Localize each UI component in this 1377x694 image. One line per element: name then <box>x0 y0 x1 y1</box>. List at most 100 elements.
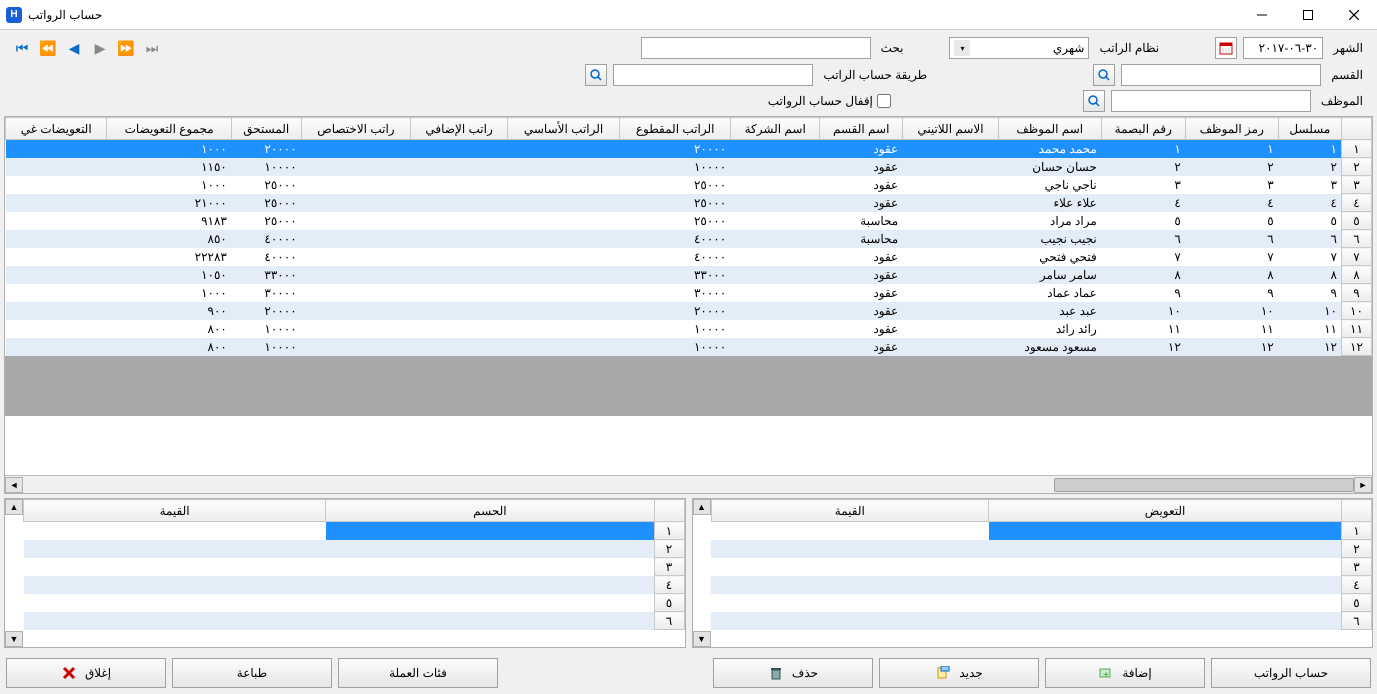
cell-fixed[interactable]: ٢٠٠٠٠ <box>620 302 731 320</box>
print-button[interactable]: طباعة <box>172 658 332 688</box>
cell-name[interactable]: عبد عبد <box>998 302 1101 320</box>
calendar-button[interactable] <box>1215 37 1237 59</box>
currencies-button[interactable]: فئات العملة <box>338 658 498 688</box>
cell-comp[interactable]: ١٠٠٠ <box>107 140 231 158</box>
col-header[interactable]: راتب الاختصاص <box>301 118 411 140</box>
cell-compx[interactable] <box>6 320 107 338</box>
cell-compx[interactable] <box>6 140 107 158</box>
cell-company[interactable] <box>731 248 820 266</box>
cell-n[interactable]: ٨ <box>1278 266 1341 284</box>
sub-row[interactable]: ١ <box>24 522 685 540</box>
cell-name[interactable]: نجيب نجيب <box>998 230 1101 248</box>
cell-n[interactable]: ٧ <box>1278 248 1341 266</box>
employee-lookup-button[interactable] <box>1083 90 1105 112</box>
cell-fp[interactable]: ١٢ <box>1101 338 1185 356</box>
cell-latin[interactable] <box>903 248 998 266</box>
cell-fp[interactable]: ٣ <box>1101 176 1185 194</box>
cell-fixed[interactable]: ٢٥٠٠٠ <box>620 212 731 230</box>
cell-n[interactable]: ٩ <box>1278 284 1341 302</box>
cell-comp[interactable]: ١١٥٠ <box>107 158 231 176</box>
month-input[interactable] <box>1243 37 1323 59</box>
cell-n[interactable]: ٦ <box>1278 230 1341 248</box>
cell-n[interactable]: ١ <box>1278 140 1341 158</box>
table-row[interactable]: ٤٤٤٤علاء علاءعقود٢٥٠٠٠٢٥٠٠٠٢١٠٠٠ <box>6 194 1372 212</box>
cell-spec[interactable] <box>301 338 411 356</box>
cell-latin[interactable] <box>903 320 998 338</box>
sub-row[interactable]: ٦ <box>711 612 1372 630</box>
col-header[interactable]: الاسم اللاتيني <box>903 118 998 140</box>
cell-basic[interactable] <box>508 230 620 248</box>
cell-due[interactable]: ٢٠٠٠٠ <box>231 302 301 320</box>
cell-latin[interactable] <box>903 140 998 158</box>
horizontal-scrollbar[interactable]: ◄ ► <box>5 475 1372 493</box>
cell-n[interactable]: ٣ <box>1278 176 1341 194</box>
cell-due[interactable]: ٣٣٠٠٠ <box>231 266 301 284</box>
table-row[interactable]: ٩٩٩٩عماد عمادعقود٣٠٠٠٠٣٠٠٠٠١٠٠٠ <box>6 284 1372 302</box>
col-header[interactable]: التعويضات غي <box>6 118 107 140</box>
salary-system-combo[interactable]: شهري ▾ <box>949 37 1089 59</box>
cell-company[interactable] <box>731 266 820 284</box>
col-header[interactable]: رقم البصمة <box>1101 118 1185 140</box>
close-calc-checkbox[interactable]: إقفال حساب الرواتب <box>768 94 891 108</box>
cell-due[interactable]: ١٠٠٠٠ <box>231 338 301 356</box>
col-header[interactable]: الراتب الأساسي <box>508 118 620 140</box>
table-row[interactable]: ٧٧٧٧فتحي فتحيعقود٤٠٠٠٠٤٠٠٠٠٢٢٢٨٣ <box>6 248 1372 266</box>
nav-last-button[interactable]: ⏭ <box>140 36 164 60</box>
comp-vscroll[interactable]: ▲ ▼ <box>693 499 711 647</box>
department-lookup-button[interactable] <box>1093 64 1115 86</box>
cell-company[interactable] <box>731 194 820 212</box>
cell-code[interactable]: ١٠ <box>1185 302 1278 320</box>
cell-n[interactable]: ٢ <box>1278 158 1341 176</box>
cell-basic[interactable] <box>508 140 620 158</box>
ded-vscroll[interactable]: ▲ ▼ <box>5 499 23 647</box>
cell-fixed[interactable]: ٤٠٠٠٠ <box>620 230 731 248</box>
cell-compx[interactable] <box>6 212 107 230</box>
cell-latin[interactable] <box>903 284 998 302</box>
cell-name[interactable]: سامر سامر <box>998 266 1101 284</box>
nav-fastback-button[interactable]: ⏪ <box>36 36 60 60</box>
cell-comp[interactable]: ٨٠٠ <box>107 338 231 356</box>
cell-compx[interactable] <box>6 230 107 248</box>
cell-fixed[interactable]: ١٠٠٠٠ <box>620 338 731 356</box>
cell-fp[interactable]: ٩ <box>1101 284 1185 302</box>
cell-dept[interactable]: عقود <box>820 302 903 320</box>
cell-compx[interactable] <box>6 302 107 320</box>
cell-dept[interactable]: عقود <box>820 320 903 338</box>
cell-basic[interactable] <box>508 338 620 356</box>
col-header[interactable]: المستحق <box>231 118 301 140</box>
cell-latin[interactable] <box>903 212 998 230</box>
cell-extra[interactable] <box>411 248 508 266</box>
cell-comp[interactable]: ٨٠٠ <box>107 320 231 338</box>
cell-basic[interactable] <box>508 248 620 266</box>
cell-spec[interactable] <box>301 302 411 320</box>
cell-code[interactable]: ١١ <box>1185 320 1278 338</box>
sub-row[interactable]: ٤ <box>711 576 1372 594</box>
cell-comp[interactable]: ١٠٠٠ <box>107 284 231 302</box>
cell-company[interactable] <box>731 302 820 320</box>
col-header[interactable]: مسلسل <box>1278 118 1341 140</box>
cell-company[interactable] <box>731 230 820 248</box>
nav-fastfwd-button[interactable]: ⏩ <box>114 36 138 60</box>
deduction-grid[interactable]: الحسم القيمة ١٢٣٤٥٦ ▲ ▼ <box>4 498 686 648</box>
cell-due[interactable]: ١٠٠٠٠ <box>231 320 301 338</box>
cell-latin[interactable] <box>903 266 998 284</box>
nav-next-button[interactable]: ▶ <box>88 36 112 60</box>
cell-fp[interactable]: ١٠ <box>1101 302 1185 320</box>
cell-extra[interactable] <box>411 158 508 176</box>
cell-extra[interactable] <box>411 266 508 284</box>
cell-spec[interactable] <box>301 212 411 230</box>
cell-spec[interactable] <box>301 266 411 284</box>
scroll-thumb[interactable] <box>1054 478 1354 492</box>
cell-fp[interactable]: ٥ <box>1101 212 1185 230</box>
add-button[interactable]: إضافة + <box>1045 658 1205 688</box>
cell-code[interactable]: ١٢ <box>1185 338 1278 356</box>
cell-compx[interactable] <box>6 338 107 356</box>
cell-fp[interactable]: ٢ <box>1101 158 1185 176</box>
scroll-right-button[interactable]: ► <box>1354 477 1372 493</box>
cell-basic[interactable] <box>508 284 620 302</box>
cell-compx[interactable] <box>6 248 107 266</box>
nav-prev-button[interactable]: ◀ <box>62 36 86 60</box>
cell-code[interactable]: ٧ <box>1185 248 1278 266</box>
cell-basic[interactable] <box>508 320 620 338</box>
cell-code[interactable]: ٣ <box>1185 176 1278 194</box>
